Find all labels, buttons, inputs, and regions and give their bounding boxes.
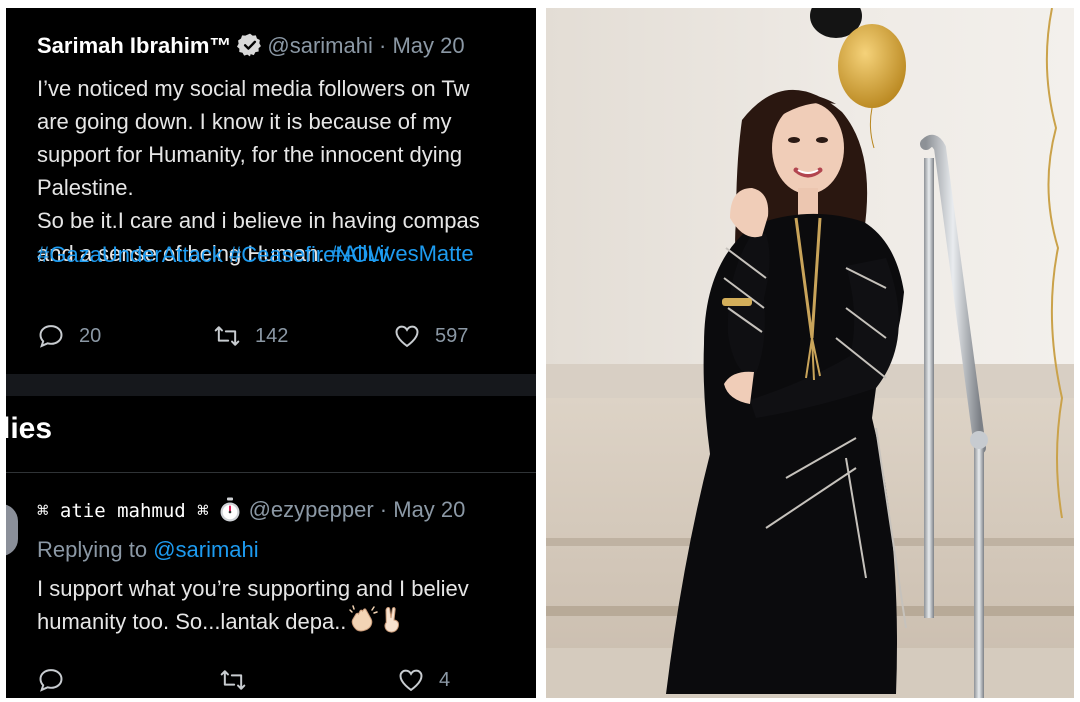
clapping-hands-icon bbox=[348, 605, 379, 644]
stopwatch-icon bbox=[219, 497, 241, 523]
tweet-header: Sarimah Ibrahim™ @sarimahi · May 20 bbox=[37, 32, 465, 60]
reply-icon bbox=[39, 325, 63, 348]
verified-badge-icon bbox=[237, 32, 263, 58]
avatar[interactable] bbox=[6, 504, 18, 556]
section-divider bbox=[6, 374, 536, 396]
retweet-button[interactable] bbox=[219, 666, 247, 694]
like-button[interactable]: 4 bbox=[397, 666, 450, 694]
portrait-illustration bbox=[546, 8, 1074, 698]
reply-button[interactable] bbox=[37, 666, 65, 694]
author-handle[interactable]: @sarimahi bbox=[267, 33, 372, 58]
tweet-screenshot: Sarimah Ibrahim™ @sarimahi · May 20 I’ve … bbox=[6, 8, 536, 698]
reply-date[interactable]: May 20 bbox=[393, 497, 465, 522]
reply-button[interactable]: 20 bbox=[37, 322, 101, 350]
replies-heading: lies bbox=[6, 412, 53, 445]
like-icon bbox=[395, 325, 419, 348]
reply-handle[interactable]: @ezypepper bbox=[249, 497, 374, 522]
replying-to-mention[interactable]: @sarimahi bbox=[153, 537, 258, 562]
hashtag-link[interactable]: #GazaUnderAttack bbox=[37, 242, 223, 267]
retweet-icon bbox=[220, 670, 246, 690]
replying-to: Replying to @sarimahi bbox=[37, 536, 259, 564]
like-button[interactable]: 597 bbox=[393, 322, 468, 350]
tweet-hashtags: #GazaUnderAttack #CeasefireNOW bbox=[37, 238, 536, 271]
reply-body: I support what you’re supporting and I b… bbox=[37, 572, 536, 644]
header-separator: · bbox=[379, 497, 388, 522]
portrait-photo bbox=[546, 8, 1074, 698]
retweet-button[interactable]: 142 bbox=[213, 322, 288, 350]
like-count: 597 bbox=[435, 324, 469, 347]
reply-header: ⌘ atie mahmud ⌘ @ezypepper · May 20 bbox=[37, 496, 465, 525]
reply-icon bbox=[39, 669, 63, 692]
like-icon bbox=[399, 669, 423, 692]
replying-to-label: Replying to bbox=[37, 537, 154, 562]
divider bbox=[6, 472, 536, 473]
like-count: 4 bbox=[439, 668, 451, 691]
victory-hand-icon bbox=[380, 605, 406, 644]
author-display-name[interactable]: Sarimah Ibrahim™ bbox=[37, 33, 231, 58]
retweet-icon bbox=[214, 326, 240, 346]
tweet-date[interactable]: May 20 bbox=[392, 33, 464, 58]
hashtag-link[interactable]: #CeasefireNOW bbox=[229, 242, 389, 267]
tweet-actions: 20 142 597 bbox=[37, 322, 536, 354]
header-separator: · bbox=[378, 33, 387, 58]
reply-actions: 4 bbox=[37, 666, 536, 698]
retweet-count: 142 bbox=[255, 324, 289, 347]
reply-display-name[interactable]: ⌘ atie mahmud ⌘ bbox=[37, 500, 209, 522]
reply-count: 20 bbox=[79, 324, 102, 347]
